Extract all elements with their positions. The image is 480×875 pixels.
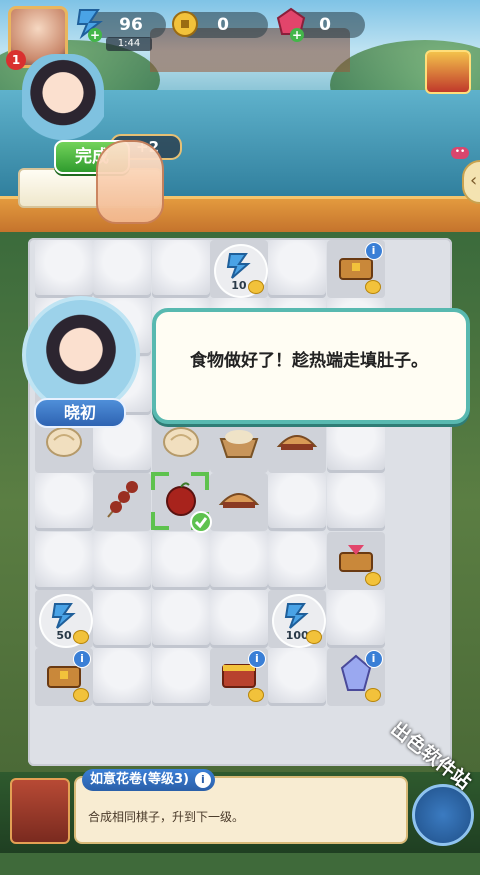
add-energy-button[interactable]: + bbox=[88, 28, 102, 42]
tutorial-pointer-hand bbox=[96, 140, 164, 224]
board-cell-locked bbox=[268, 648, 327, 707]
board-cell-locked bbox=[93, 531, 152, 590]
food-sandwich-icon bbox=[210, 473, 268, 525]
coin-mark-icon bbox=[73, 629, 89, 644]
board-cell-locked bbox=[151, 648, 210, 707]
board-cell-locked bbox=[151, 589, 210, 648]
board-cell-chest-i[interactable]: i bbox=[326, 240, 385, 298]
board-cell-food-skewer[interactable] bbox=[93, 473, 152, 532]
coin-mark-icon bbox=[247, 280, 264, 294]
coin-mark-icon bbox=[364, 688, 381, 703]
checkmark-icon bbox=[190, 511, 212, 533]
treasure-chest-button[interactable] bbox=[425, 50, 471, 94]
coin-mark-icon bbox=[364, 571, 381, 586]
info-icon[interactable]: i bbox=[364, 242, 383, 260]
info-icon[interactable]: i bbox=[247, 650, 266, 669]
add-gem-button[interactable]: + bbox=[290, 28, 304, 42]
coin-mark-icon bbox=[73, 688, 89, 703]
board-cell-box-i[interactable]: i bbox=[209, 648, 268, 707]
selected-item-image bbox=[10, 778, 70, 844]
speech-text: 食物做好了！趁热端走填肚子。 bbox=[190, 351, 428, 371]
board-cell-locked bbox=[326, 589, 385, 648]
board-cell-locked bbox=[268, 473, 327, 532]
customer-portrait bbox=[22, 54, 104, 146]
board-cell-locked bbox=[93, 589, 152, 648]
board-cell-locked bbox=[209, 589, 268, 648]
energy-timer: 1:44 bbox=[106, 37, 152, 51]
board-cell-locked bbox=[35, 240, 93, 298]
info-icon[interactable]: i bbox=[364, 650, 383, 669]
selected-cell-frame bbox=[151, 472, 212, 533]
info-icon[interactable]: i bbox=[73, 650, 91, 669]
board-cell-locked bbox=[35, 473, 93, 532]
speaker-name: 晓初 bbox=[34, 398, 126, 428]
item-title: 如意花卷(等级3) i bbox=[82, 769, 215, 791]
player-level-badge: 1 bbox=[6, 50, 26, 70]
speaker-portrait bbox=[22, 296, 140, 414]
board-cell-locked bbox=[93, 240, 152, 298]
board-cell-food-sandwich[interactable] bbox=[209, 473, 268, 532]
coin-icon bbox=[172, 11, 198, 37]
item-info-icon[interactable]: i bbox=[194, 772, 211, 788]
item-description: 合成相同棋子，升到下一级。 bbox=[88, 810, 245, 824]
board-cell-locked bbox=[151, 240, 210, 298]
gem-value: 0 bbox=[319, 15, 331, 35]
coin-value: 0 bbox=[217, 15, 229, 35]
board-cell-locked bbox=[35, 531, 93, 590]
coin-mark-icon bbox=[306, 629, 323, 644]
item-title-text: 如意花卷(等级3) bbox=[90, 772, 189, 787]
board-cell-chest-i[interactable]: i bbox=[35, 648, 93, 707]
board-cell-crystal-i[interactable]: i bbox=[326, 648, 385, 707]
board-cell-energy-100[interactable]: 100 bbox=[268, 589, 327, 648]
coin-mark-icon bbox=[247, 688, 264, 703]
energy-value: 96 bbox=[119, 15, 143, 35]
board-cell-energy-10[interactable]: 10 bbox=[209, 240, 268, 298]
board-cell-locked bbox=[151, 531, 210, 590]
board-cell-locked bbox=[93, 648, 152, 707]
board-cell-gem-chest[interactable] bbox=[326, 531, 385, 590]
board-cell-locked bbox=[326, 473, 385, 532]
board-cell-locked bbox=[268, 240, 327, 298]
coin-mark-icon bbox=[364, 280, 381, 294]
board-cell-locked bbox=[209, 531, 268, 590]
food-skewer-icon bbox=[93, 473, 151, 525]
board-cell-locked bbox=[268, 531, 327, 590]
chat-badge: •• bbox=[451, 147, 469, 159]
board-cell-energy-50[interactable]: 50 bbox=[35, 589, 93, 648]
